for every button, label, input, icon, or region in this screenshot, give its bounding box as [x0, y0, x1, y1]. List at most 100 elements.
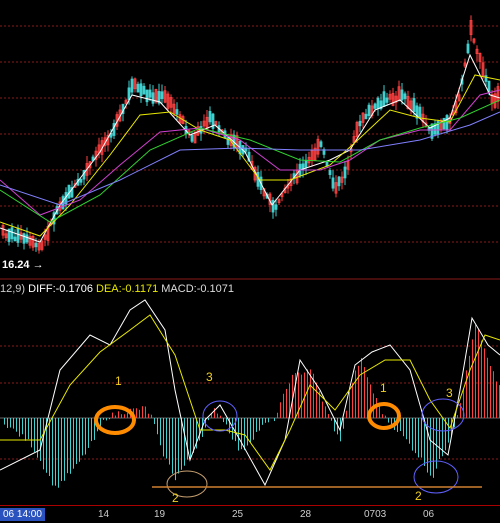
macd-bar [121, 414, 122, 418]
candle-body [146, 90, 148, 102]
macd-bar [76, 418, 77, 464]
macd-bar [58, 418, 59, 488]
candle-body [305, 160, 307, 167]
macd-bar [283, 394, 284, 418]
macd-bar [274, 418, 275, 421]
candle-body [419, 107, 421, 117]
annotation-label-1a: 1 [115, 374, 122, 388]
macd-bar [379, 406, 380, 418]
macd-bar [406, 418, 407, 439]
candle-body [17, 228, 19, 242]
macd-bar [244, 418, 245, 450]
macd-bar [166, 418, 167, 459]
macd-bar [457, 415, 458, 418]
macd-bar [262, 418, 263, 425]
macd-bar [208, 418, 209, 420]
macd-bar [139, 410, 140, 418]
macd-bar [391, 418, 392, 424]
candle-body [275, 205, 277, 210]
macd-bar [61, 418, 62, 481]
macd-bar [118, 411, 119, 418]
macd-bar [259, 418, 260, 431]
candle-body [62, 197, 64, 210]
macd-bar [169, 418, 170, 465]
macd-bar [193, 418, 194, 453]
annotation-label-2a: 2 [172, 491, 179, 505]
macd-bar [328, 414, 329, 418]
time-axis: 06 14:00 14 19 25 28 0703 06 [0, 505, 500, 523]
macd-bar [304, 373, 305, 418]
macd-bar [181, 418, 182, 470]
macd-bar [385, 416, 386, 418]
macd-bar [250, 418, 251, 442]
macd-bar [424, 418, 425, 466]
candle-body [176, 110, 178, 115]
cursor-time-label: 06 14:00 [0, 508, 45, 521]
macd-bar [127, 413, 128, 418]
annotation-label-3b: 3 [446, 386, 453, 400]
macd-bar [157, 418, 158, 434]
candle-body [344, 167, 346, 178]
candle-body [161, 92, 163, 99]
macd-bar [322, 402, 323, 418]
macd-bar [145, 407, 146, 418]
macd-bar [493, 371, 494, 418]
candle-body [137, 84, 139, 92]
macd-bar [256, 418, 257, 432]
macd-bar [91, 418, 92, 441]
macd-bar [403, 418, 404, 436]
candle-body [11, 228, 13, 239]
candle-body [368, 105, 370, 115]
candle-body [329, 170, 331, 174]
macd-bar [79, 418, 80, 462]
macd-bar [346, 411, 347, 418]
time-tick: 0703 [364, 509, 386, 520]
macd-bar [178, 418, 179, 474]
macd-bar [190, 418, 191, 458]
dea-value: -0.1171 [122, 283, 159, 295]
macd-bar [88, 418, 89, 448]
annotation-label-1b: 1 [380, 381, 387, 395]
macd-bar [85, 418, 86, 454]
candle-body [320, 142, 322, 147]
macd-bar [154, 418, 155, 424]
macd-bar [358, 366, 359, 418]
macd-bar [25, 418, 26, 441]
candle-body [401, 90, 403, 100]
macd-bar [43, 418, 44, 469]
stock-chart-canvas[interactable] [0, 0, 500, 522]
moving-average-lines [0, 55, 500, 242]
time-tick: 28 [300, 509, 311, 520]
macd-bar [73, 418, 74, 469]
macd-bar [67, 418, 68, 473]
macd-bar [28, 418, 29, 439]
macd-bar [13, 418, 14, 429]
macd-value: -0.1071 [197, 283, 234, 295]
macd-bar [430, 418, 431, 476]
macd-bar [265, 418, 266, 423]
candle-body [209, 111, 211, 121]
macd-bar [142, 406, 143, 418]
candle-body [374, 104, 376, 108]
macd-bar [382, 414, 383, 418]
macd-params: 12,9) [0, 283, 25, 295]
macd-bar [187, 418, 188, 460]
macd-bar [286, 389, 287, 418]
macd-bar [325, 406, 326, 418]
macd-bar [247, 418, 248, 445]
macd-bar [238, 418, 239, 451]
macd-bar [7, 418, 8, 428]
macd-bar [49, 418, 50, 476]
macd-bar [331, 418, 332, 421]
macd-bar [148, 414, 149, 418]
macd-bar [415, 418, 416, 453]
macd-bar [19, 418, 20, 437]
macd-bar [217, 414, 218, 418]
macd-bar [115, 416, 116, 418]
candle-body [35, 243, 37, 247]
macd-bar [487, 358, 488, 418]
price-grid [0, 26, 500, 242]
candle-body [131, 79, 133, 92]
candle-body [14, 237, 16, 241]
macd-bar [412, 418, 413, 451]
